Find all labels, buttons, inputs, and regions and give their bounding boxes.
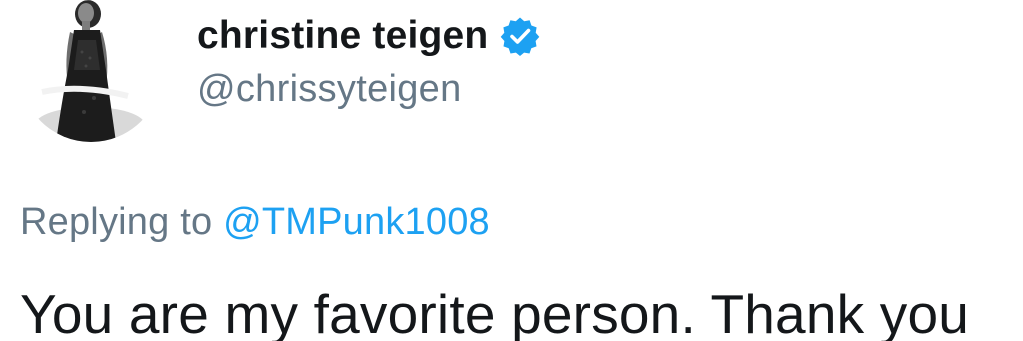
author-name-row[interactable]: christine teigen: [197, 11, 540, 61]
replying-to-label: Replying to: [20, 201, 213, 243]
avatar[interactable]: [20, 0, 162, 142]
author-handle[interactable]: @chrissyteigen: [197, 68, 462, 111]
tweet-text: You are my favorite person. Thank you: [20, 283, 970, 341]
reply-target-link[interactable]: @TMPunk1008: [223, 201, 490, 243]
avatar-photo-icon: [20, 0, 162, 142]
verified-badge-icon: [500, 16, 540, 56]
display-name: christine teigen: [197, 14, 489, 57]
replying-to-line: Replying to @TMPunk1008: [20, 201, 490, 244]
tweet-card: christine teigen @chrissyteigen Replying…: [0, 0, 1023, 341]
